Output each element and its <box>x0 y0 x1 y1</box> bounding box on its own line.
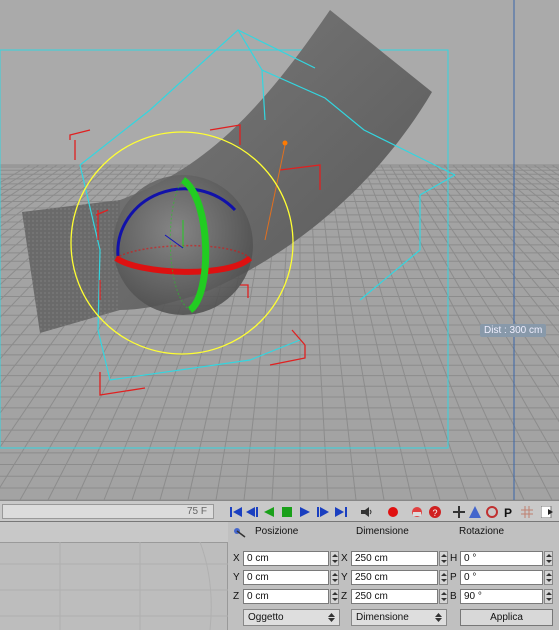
dimension-x-stepper[interactable] <box>439 551 448 566</box>
timeline-bar: 75 F ? P <box>0 500 559 522</box>
dimension-z-stepper[interactable] <box>439 589 448 604</box>
grid-icon[interactable] <box>520 504 534 519</box>
record-icon[interactable] <box>386 504 400 519</box>
expand-menu-icon[interactable] <box>540 504 554 519</box>
rotation-p-stepper[interactable] <box>544 570 553 585</box>
position-header: Posizione <box>255 526 299 537</box>
help-icon[interactable]: ? <box>428 504 442 519</box>
size-dropdown[interactable]: Dimensione <box>351 609 447 626</box>
autokey-icon[interactable] <box>410 504 424 519</box>
rotation-b-stepper[interactable] <box>544 589 553 604</box>
go-to-start-icon[interactable] <box>229 504 243 519</box>
dimension-y-field[interactable]: 250 cm <box>351 570 438 585</box>
previous-key-icon[interactable] <box>245 504 259 519</box>
position-z-label: Z <box>233 591 240 602</box>
distance-label: Dist : 300 cm <box>480 324 547 337</box>
left-panel-grid <box>0 542 228 630</box>
left-panel <box>0 522 228 630</box>
dimension-z-field[interactable]: 250 cm <box>351 589 438 604</box>
size-dropdown-value: Dimensione <box>356 612 409 623</box>
3d-viewport[interactable]: Dist : 300 cm <box>0 0 559 500</box>
position-y-label: Y <box>233 572 240 583</box>
coordinates-manager: Posizione Dimensione Rotazione X 0 cm Y … <box>0 522 559 630</box>
rotation-h-stepper[interactable] <box>544 551 553 566</box>
position-y-field[interactable]: 0 cm <box>243 570 329 585</box>
scale-tool-icon[interactable] <box>468 504 482 519</box>
go-to-end-icon[interactable] <box>334 504 348 519</box>
dimension-x-field[interactable]: 250 cm <box>351 551 438 566</box>
sound-icon[interactable] <box>360 504 374 519</box>
mode-dropdown-value: Oggetto <box>248 612 284 623</box>
dropdown-arrows-icon <box>435 613 442 622</box>
position-x-stepper[interactable] <box>330 551 339 566</box>
mode-dropdown[interactable]: Oggetto <box>243 609 340 626</box>
dimension-y-label: Y <box>341 572 348 583</box>
current-frame-field[interactable]: 75 F <box>2 504 214 519</box>
left-panel-header <box>0 522 228 543</box>
viewport-canvas[interactable] <box>0 0 559 500</box>
dropdown-arrows-icon <box>328 613 335 622</box>
svg-text:?: ? <box>432 508 437 518</box>
rotation-h-label: H <box>450 553 458 564</box>
rotation-header: Rotazione <box>459 526 505 537</box>
dimension-z-label: Z <box>341 591 348 602</box>
position-z-stepper[interactable] <box>330 589 339 604</box>
stop-icon[interactable] <box>280 504 294 519</box>
null-point-handle[interactable] <box>282 140 288 146</box>
move-tool-icon[interactable] <box>452 504 466 519</box>
play-backward-icon[interactable] <box>262 504 276 519</box>
dimension-header: Dimensione <box>356 526 409 537</box>
coordinates-icon <box>233 527 247 539</box>
svg-text:P: P <box>504 506 512 518</box>
rotation-b-field[interactable]: 90 ° <box>460 589 543 604</box>
position-x-field[interactable]: 0 cm <box>243 551 329 566</box>
dimension-x-label: X <box>341 553 348 564</box>
rotation-b-label: B <box>450 591 457 602</box>
position-y-stepper[interactable] <box>330 570 339 585</box>
play-forward-icon[interactable] <box>298 504 312 519</box>
position-x-label: X <box>233 553 240 564</box>
apply-button[interactable]: Applica <box>460 609 553 626</box>
rotation-p-label: P <box>450 572 457 583</box>
next-key-icon[interactable] <box>316 504 330 519</box>
rotate-tool-icon[interactable] <box>485 504 499 519</box>
dimension-y-stepper[interactable] <box>439 570 448 585</box>
parameter-icon[interactable]: P <box>502 504 516 519</box>
position-z-field[interactable]: 0 cm <box>243 589 329 604</box>
rotation-p-field[interactable]: 0 ° <box>460 570 543 585</box>
rotation-h-field[interactable]: 0 ° <box>460 551 543 566</box>
